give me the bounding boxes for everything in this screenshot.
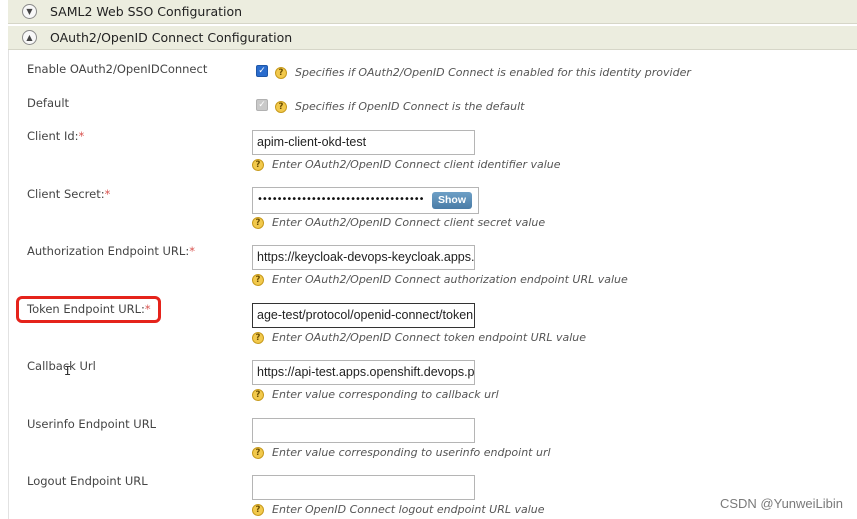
client-id-input[interactable]: apim-client-okd-test <box>252 130 475 155</box>
userinfo-label: Userinfo Endpoint URL <box>27 417 157 431</box>
client-secret-label: Client Secret:* <box>27 187 111 201</box>
text-cursor-icon: I <box>64 364 72 378</box>
enable-oauth-label: Enable OAuth2/OpenIDConnect <box>27 62 208 76</box>
logout-input[interactable] <box>252 475 475 500</box>
authz-endpoint-hint: ? Enter OAuth2/OpenID Connect authorizat… <box>252 273 628 286</box>
oauth-section-title: OAuth2/OpenID Connect Configuration <box>50 30 293 45</box>
logout-label: Logout Endpoint URL <box>27 474 148 488</box>
help-icon: ? <box>252 503 264 516</box>
show-secret-button[interactable]: Show <box>432 192 472 209</box>
help-icon: ? <box>252 446 264 459</box>
client-id-hint: ? Enter OAuth2/OpenID Connect client ide… <box>252 158 561 171</box>
chevron-down-icon[interactable]: ▼ <box>22 4 37 19</box>
logout-hint: ? Enter OpenID Connect logout endpoint U… <box>252 503 545 516</box>
watermark: CSDN @YunweiLibin <box>719 496 843 511</box>
enable-oauth-checkbox[interactable]: ✓ <box>256 65 268 77</box>
userinfo-input[interactable] <box>252 418 475 443</box>
userinfo-hint: ? Enter value corresponding to userinfo … <box>252 446 551 459</box>
token-endpoint-label: Token Endpoint URL:* <box>27 302 151 316</box>
callback-input[interactable]: https://api-test.apps.openshift.devops.p <box>252 360 475 385</box>
help-icon: ? <box>252 388 264 401</box>
default-checkbox: ✓ <box>256 99 268 111</box>
help-icon: ? <box>275 66 287 79</box>
saml-section-title: SAML2 Web SSO Configuration <box>50 4 243 19</box>
token-endpoint-input[interactable]: age-test/protocol/openid-connect/token <box>252 303 475 328</box>
token-endpoint-hint: ? Enter OAuth2/OpenID Connect token endp… <box>252 331 586 344</box>
help-icon: ? <box>275 100 287 113</box>
authz-endpoint-input[interactable]: https://keycloak-devops-keycloak.apps. <box>252 245 475 270</box>
default-label: Default <box>27 96 70 110</box>
saml-section-header[interactable]: ▼ SAML2 Web SSO Configuration <box>8 0 857 24</box>
help-icon: ? <box>252 216 264 229</box>
default-hint: ? Specifies if OpenID Connect is the def… <box>275 100 524 113</box>
client-id-label: Client Id:* <box>27 129 85 143</box>
enable-oauth-hint: ? Specifies if OAuth2/OpenID Connect is … <box>275 66 691 79</box>
oauth-section-header[interactable]: ▲ OAuth2/OpenID Connect Configuration <box>8 26 857 50</box>
help-icon: ? <box>252 158 264 171</box>
authz-endpoint-label: Authorization Endpoint URL:* <box>27 244 195 258</box>
help-icon: ? <box>252 273 264 286</box>
help-icon: ? <box>252 331 264 344</box>
client-secret-value: •••••••••••••••••••••••••••••••••• <box>257 194 425 205</box>
callback-label: Callback Url <box>27 359 96 373</box>
chevron-up-icon[interactable]: ▲ <box>22 30 37 45</box>
callback-hint: ? Enter value corresponding to callback … <box>252 388 499 401</box>
client-secret-input[interactable]: •••••••••••••••••••••••••••••••••• Show <box>252 187 479 214</box>
client-secret-hint: ? Enter OAuth2/OpenID Connect client sec… <box>252 216 545 229</box>
panel-border <box>8 50 9 519</box>
